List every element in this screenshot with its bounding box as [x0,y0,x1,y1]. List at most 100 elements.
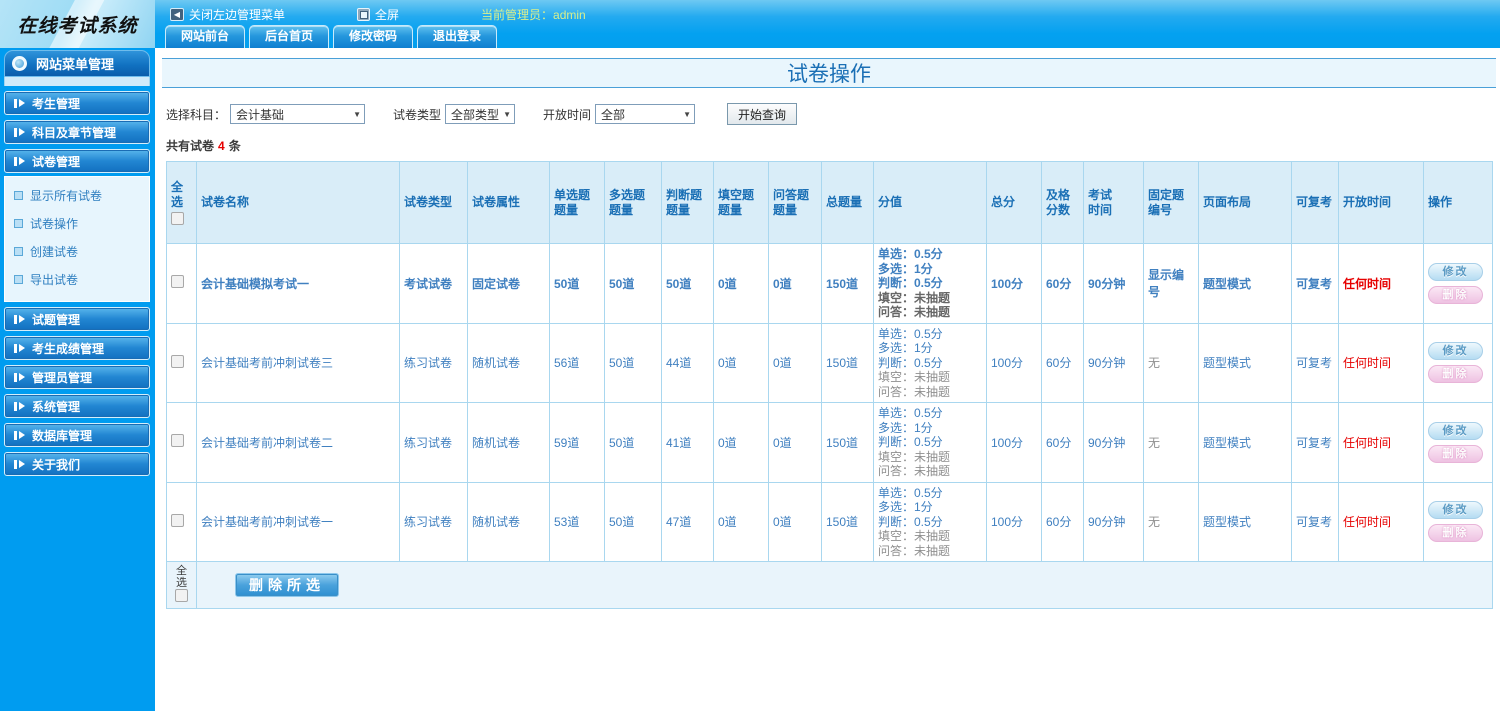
exam-time-cell: 90分钟 [1083,322,1144,403]
tab-logout[interactable]: 退出登录 [417,25,498,48]
edit-button[interactable]: 修改 [1428,421,1483,440]
delete-button[interactable]: 删除 [1428,285,1483,304]
play-arrow-icon [14,314,25,324]
open-time-select[interactable]: 全部 ▼ [595,104,696,124]
submenu-item-paper-operations[interactable]: 试卷操作 [5,209,149,237]
chevron-down-icon: ▼ [503,109,512,119]
header-blank-count: 填空题 题量 [713,161,769,244]
single-count-cell: 59道 [549,402,605,483]
operations-cell: 修改 删除 [1423,402,1493,483]
paper-count: 共有试卷 4 条 [166,137,1500,154]
multi-count-cell: 50道 [604,402,662,483]
paper-type-filter-label: 试卷类型 [393,107,442,122]
total-count-cell: 150道 [821,402,874,483]
tab-change-password[interactable]: 修改密码 [333,25,414,48]
sidebar-item-admin-mgmt[interactable]: 管理员管理 [4,365,150,389]
row-checkbox[interactable] [171,354,184,368]
retake-cell: 可复考 [1291,481,1339,562]
paper-name-cell: 会计基础考前冲刺试卷三 [196,322,400,403]
topbar-tabs: 网站前台 后台首页 修改密码 退出登录 [165,25,498,48]
sidebar-item-score-mgmt[interactable]: 考生成绩管理 [4,336,150,360]
paper-attr-cell: 随机试卷 [467,322,550,403]
row-checkbox[interactable] [171,434,184,448]
play-arrow-icon [14,430,25,440]
header-paper-attr: 试卷属性 [467,161,550,244]
paper-table-row: 会计基础模拟考试一 考试试卷 固定试卷 50道 50道 50道 0道 0道 15… [166,243,1493,324]
close-left-menu-link[interactable]: ◀ 关闭左边管理菜单 [170,6,285,23]
retake-cell: 可复考 [1291,243,1339,324]
open-time-cell: 任何时间 [1338,402,1424,483]
footer-actions-cell: 删除所选 [196,561,1493,609]
judge-count-cell: 41道 [661,402,714,483]
footer-select-all-checkbox[interactable] [175,589,188,602]
subject-filter-label: 选择科目： [166,107,227,122]
sidebar-item-question-mgmt[interactable]: 试题管理 [4,307,150,331]
sidebar-item-system-mgmt[interactable]: 系统管理 [4,394,150,418]
exam-time-cell: 90分钟 [1083,243,1144,324]
row-checkbox[interactable] [171,275,184,289]
play-arrow-icon [14,372,25,382]
pass-score-cell: 60分 [1041,402,1084,483]
paper-count-prefix: 共有试卷 [166,139,215,153]
header-multi-count: 多选题 题量 [604,161,662,244]
paper-type-select[interactable]: 全部类型 ▼ [445,104,516,124]
header-operations: 操作 [1423,161,1493,244]
sidebar-item-about-us[interactable]: 关于我们 [4,452,150,476]
delete-selected-button[interactable]: 删除所选 [235,573,339,597]
qa-count-cell: 0道 [768,481,822,562]
sidebar-spacer [4,77,150,86]
submenu-item-label: 创建试卷 [30,245,79,259]
edit-button[interactable]: 修改 [1428,342,1483,361]
row-checkbox-cell [166,402,197,483]
score-line: 判断：0.5分 [878,276,943,290]
sidebar-item-label: 试题管理 [32,312,81,327]
total-count-cell: 150道 [821,243,874,324]
score-line: 填空：未抽题 [878,449,951,464]
operations-cell: 修改 删除 [1423,481,1493,562]
tab-admin-home[interactable]: 后台首页 [249,25,330,48]
paper-table-row: 会计基础考前冲刺试卷一 练习试卷 随机试卷 53道 50道 47道 0道 0道 … [166,481,1493,562]
score-line: 多选：1分 [878,341,933,355]
retake-cell: 可复考 [1291,322,1339,403]
score-values-cell: 单选：0.5分 多选：1分 判断：0.5分 填空：未抽题 问答：未抽题 [873,243,987,324]
sidebar-item-examinee-mgmt[interactable]: 考生管理 [4,91,150,115]
submenu-item-create-paper[interactable]: 创建试卷 [5,237,149,265]
qa-count-cell: 0道 [768,402,822,483]
delete-button[interactable]: 删除 [1428,524,1483,543]
sidebar-header: 网站菜单管理 [4,50,150,77]
sidebar-item-paper-mgmt[interactable]: 试卷管理 [4,149,150,173]
score-line: 单选：0.5分 [878,247,943,261]
submenu-item-export-paper[interactable]: 导出试卷 [5,265,149,293]
fullscreen-link[interactable]: 全屏 [357,6,399,23]
single-count-cell: 56道 [549,322,605,403]
tab-site-front[interactable]: 网站前台 [165,25,246,48]
header-paper-name: 试卷名称 [196,161,400,244]
judge-count-cell: 47道 [661,481,714,562]
row-checkbox[interactable] [171,513,184,527]
edit-button[interactable]: 修改 [1428,262,1483,281]
header-fixed-number: 固定题 编号 [1143,161,1199,244]
submenu-item-show-all-papers[interactable]: 显示所有试卷 [5,181,149,209]
sidebar-item-database-mgmt[interactable]: 数据库管理 [4,423,150,447]
paper-count-suffix: 条 [228,139,241,153]
table-footer-row: 全选 删除所选 [166,561,1493,609]
subject-select[interactable]: 会计基础 ▼ [230,104,366,124]
paper-type-cell: 练习试卷 [399,322,468,403]
delete-button[interactable]: 删除 [1428,444,1483,463]
sidebar-header-label: 网站菜单管理 [36,57,115,72]
sidebar: 网站菜单管理 考生管理 科目及章节管理 试卷管理 显示所有试卷 试卷操作 创建试… [0,48,155,711]
edit-button[interactable]: 修改 [1428,501,1483,520]
sidebar-item-label: 考生成绩管理 [32,341,105,356]
score-line: 多选：1分 [878,500,933,514]
sidebar-item-subject-chapter-mgmt[interactable]: 科目及章节管理 [4,120,150,144]
paper-count-value: 4 [218,139,225,153]
submenu-item-label: 试卷操作 [30,217,79,231]
select-all-checkbox[interactable] [171,212,184,225]
square-bullet-icon [14,275,23,284]
page-layout-cell: 题型模式 [1198,481,1292,562]
fixed-number-cell: 显示编号 [1143,243,1199,324]
score-values-cell: 单选：0.5分 多选：1分 判断：0.5分 填空：未抽题 问答：未抽题 [873,402,987,483]
delete-button[interactable]: 删除 [1428,365,1483,384]
start-query-button[interactable]: 开始查询 [727,103,798,125]
paper-type-cell: 练习试卷 [399,402,468,483]
